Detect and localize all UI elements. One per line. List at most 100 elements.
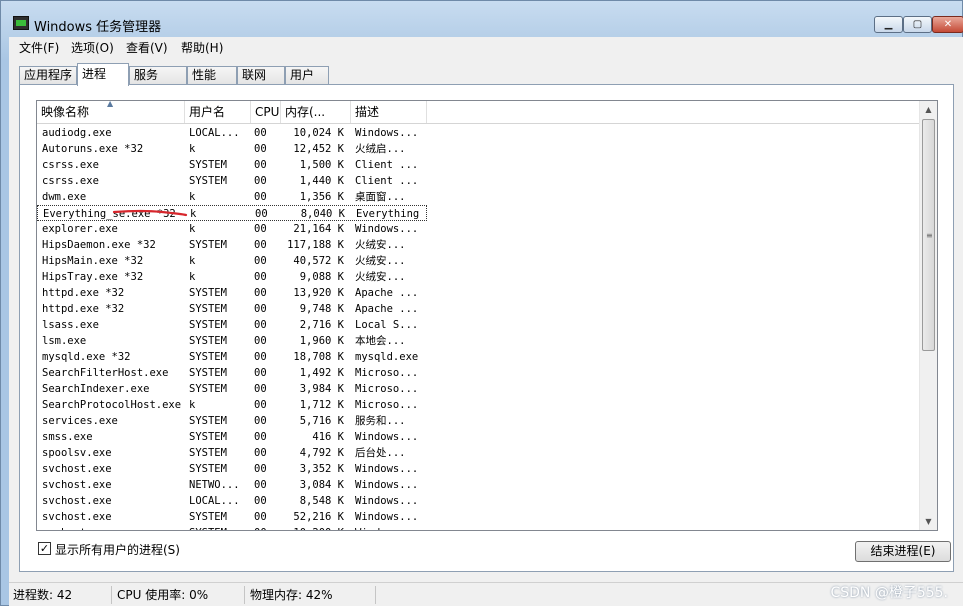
cell-image-name: services.exe <box>42 415 118 427</box>
column-image-name[interactable]: ▲ 映像名称 <box>37 101 185 123</box>
cell-cpu: 00 <box>254 239 267 251</box>
table-row[interactable]: csrss.exe SYSTEM 00 1,440 K Client ... <box>37 173 427 189</box>
cell-memory: 8,548 K <box>299 495 344 507</box>
cell-image-name: svchost.exe <box>42 525 182 530</box>
cell-image-name: HipsDaemon.exe *32 <box>42 239 156 251</box>
tab-applications[interactable]: 应用程序 <box>19 66 77 85</box>
cell-cpu: 00 <box>254 367 267 379</box>
cell-cpu: 00 <box>254 159 267 171</box>
list-header: ▲ 映像名称 用户名 CPU 内存(... 描述 <box>37 101 937 124</box>
table-row[interactable]: HipsMain.exe *32 k 00 40,572 K 火绒安... <box>37 253 427 269</box>
table-row[interactable]: explorer.exe k 00 21,164 K Windows... <box>37 221 427 237</box>
show-all-users-checkbox[interactable]: ✓ <box>38 542 51 555</box>
cell-image-name: httpd.exe *32 <box>42 303 125 315</box>
cell-image-name: csrss.exe <box>42 175 99 187</box>
tab-networking[interactable]: 联网 <box>237 66 285 85</box>
cell-user-name: SYSTEM <box>189 239 227 251</box>
cell-image-name: SearchProtocolHost.exe <box>42 399 182 411</box>
cell-user-name: SYSTEM <box>189 351 227 363</box>
table-row[interactable]: SearchFilterHost.exe SYSTEM 00 1,492 K Micro… <box>37 365 427 381</box>
table-row[interactable]: smss.exe SYSTEM 00 416 K Windows... <box>37 429 427 445</box>
table-row[interactable]: services.exe SYSTEM 00 5,716 K 服务和... <box>37 413 427 429</box>
table-row[interactable]: mysqld.exe *32 SYSTEM 00 18,708 K mysqld.exe <box>37 349 427 365</box>
maximize-button[interactable]: ▢ <box>903 16 932 33</box>
scroll-up-arrow-icon[interactable]: ▲ <box>920 101 937 118</box>
cell-user-name: k <box>189 143 196 155</box>
table-row[interactable]: lsass.exe SYSTEM 00 2,716 K Local S... <box>37 317 427 333</box>
cell-memory: 1,356 K <box>299 191 344 203</box>
title-bar[interactable]: Windows 任务管理器 ▁ ▢ ✕ <box>1 1 963 35</box>
cell-user-name: SYSTEM <box>189 175 227 187</box>
table-row[interactable]: HipsTray.exe *32 k 00 9,088 K 火绒安... <box>37 269 427 285</box>
cell-description: 火绒安... <box>355 239 406 251</box>
sort-ascending-icon: ▲ <box>107 100 114 108</box>
cell-cpu: 00 <box>254 351 267 363</box>
cell-image-name: SearchIndexer.exe <box>42 383 150 395</box>
process-list[interactable]: ▲ 映像名称 用户名 CPU 内存(... 描述 audiodg.exe LOCA… <box>36 100 938 531</box>
menu-help[interactable]: 帮助(H) <box>181 39 223 56</box>
cell-cpu: 00 <box>254 143 267 155</box>
cell-user-name: SYSTEM <box>189 159 227 171</box>
cell-memory: 3,984 K <box>299 383 344 395</box>
scroll-down-arrow-icon[interactable]: ▼ <box>920 513 937 530</box>
table-row[interactable]: httpd.exe *32 SYSTEM 00 13,920 K Apache ... <box>37 285 427 301</box>
show-all-users-label: 显示所有用户的进程(S) <box>55 543 180 557</box>
table-row[interactable]: svchost.exe SYSTEM 00 3,352 K Windows... <box>37 461 427 477</box>
cell-cpu: 00 <box>254 287 267 299</box>
table-row[interactable]: SearchProtocolHost.exe k 00 1,712 K Microso.… <box>37 397 427 413</box>
table-row[interactable]: Everything_se.exe *32 k 00 8,040 K Everythin… <box>37 205 427 221</box>
cell-description: Everything <box>356 208 420 220</box>
column-description[interactable]: 描述 <box>351 101 427 123</box>
cell-cpu: 00 <box>254 399 267 411</box>
menu-file[interactable]: 文件(F) <box>19 39 59 56</box>
table-row[interactable]: spoolsv.exe SYSTEM 00 4,792 K 后台处... <box>37 445 427 461</box>
status-bar: 进程数: 42 CPU 使用率: 0% 物理内存: 42% <box>9 582 963 606</box>
minimize-button[interactable]: ▁ <box>874 16 903 33</box>
cell-description: Windows... <box>355 511 419 523</box>
cell-description: Windows... <box>355 223 419 235</box>
end-process-button[interactable]: 结束进程(E) <box>855 541 951 562</box>
column-cpu[interactable]: CPU <box>251 101 281 123</box>
scroll-thumb[interactable]: ≡ <box>922 119 935 351</box>
processes-panel: ▲ 映像名称 用户名 CPU 内存(... 描述 audiodg.exe LOCA… <box>19 84 954 572</box>
cell-user-name: SYSTEM <box>189 463 227 475</box>
tab-processes[interactable]: 进程 <box>77 63 129 86</box>
table-row[interactable]: Autoruns.exe *32 k 00 12,452 K 火绒启... <box>37 141 427 157</box>
table-row[interactable]: lsm.exe SYSTEM 00 1,960 K 本地会... <box>37 333 427 349</box>
table-row[interactable]: dwm.exe k 00 1,356 K 桌面窗... <box>37 189 427 205</box>
menu-options[interactable]: 选项(O) <box>71 39 114 56</box>
cell-description: Windows... <box>355 127 419 139</box>
cell-image-name: csrss.exe <box>42 159 99 171</box>
menu-view[interactable]: 查看(V) <box>126 39 168 56</box>
cell-user-name: SYSTEM <box>189 525 251 530</box>
table-row[interactable]: SearchIndexer.exe SYSTEM 00 3,984 K Microso.… <box>37 381 427 397</box>
cell-description: Microso... <box>355 399 419 411</box>
cell-cpu: 00 <box>254 495 267 507</box>
column-memory[interactable]: 内存(... <box>281 101 351 123</box>
table-row[interactable]: httpd.exe *32 SYSTEM 00 9,748 K Apache ... <box>37 301 427 317</box>
table-row[interactable]: svchost.exe LOCAL... 00 8,548 K Windows... <box>37 493 427 509</box>
cell-image-name: smss.exe <box>42 431 93 443</box>
cell-memory: 13,920 K <box>293 287 344 299</box>
table-row[interactable]: svchost.exe SYSTEM 00 52,216 K Windows... <box>37 509 427 525</box>
cell-memory: 3,352 K <box>299 463 344 475</box>
close-button[interactable]: ✕ <box>932 16 963 33</box>
table-row[interactable]: audiodg.exe LOCAL... 00 10,024 K Windows... <box>37 125 427 141</box>
vertical-scrollbar[interactable]: ▲ ≡ ▼ <box>919 101 937 530</box>
column-user-name[interactable]: 用户名 <box>185 101 251 123</box>
cell-image-name: dwm.exe <box>42 191 87 203</box>
window-title: Windows 任务管理器 <box>34 20 162 35</box>
tab-users[interactable]: 用户 <box>285 66 329 85</box>
table-row[interactable]: csrss.exe SYSTEM 00 1,500 K Client ... <box>37 157 427 173</box>
table-row[interactable]: svchost.exe SYSTEM0010,200 K Windows... <box>37 525 427 530</box>
cell-description: Microso... <box>355 383 419 395</box>
cell-cpu: 00 <box>254 255 267 267</box>
table-row[interactable]: HipsDaemon.exe *32 SYSTEM 00 117,188 K 火绒安..… <box>37 237 427 253</box>
cell-description: Apache ... <box>355 303 419 315</box>
status-physical-memory: 物理内存: 42% <box>246 586 376 604</box>
tab-services[interactable]: 服务 <box>129 66 187 85</box>
tab-performance[interactable]: 性能 <box>187 66 237 85</box>
table-row[interactable]: svchost.exe NETWO... 00 3,084 K Windows... <box>37 477 427 493</box>
cell-user-name: SYSTEM <box>189 319 227 331</box>
cell-description: 桌面窗... <box>355 191 406 203</box>
